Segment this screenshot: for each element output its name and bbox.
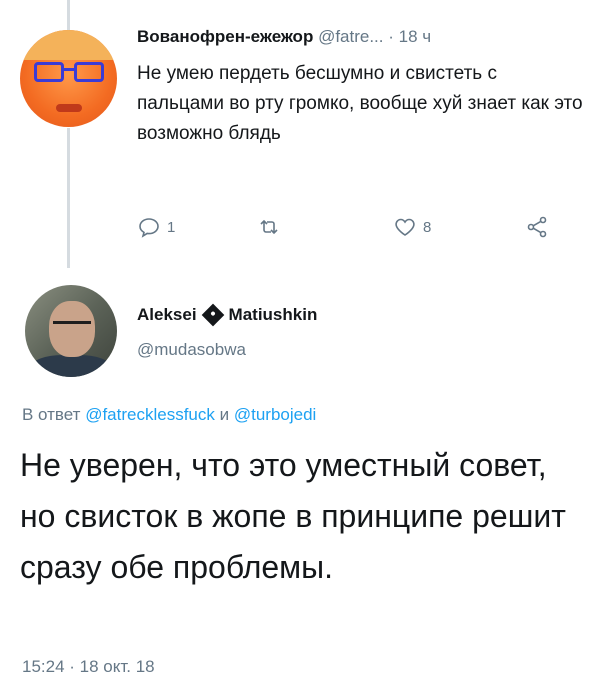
avatar-mouth: [56, 104, 82, 112]
reply-prefix: В ответ: [22, 405, 81, 424]
reply-user-link-1[interactable]: @fatrecklessfuck: [85, 405, 215, 424]
retweet-button[interactable]: [257, 215, 287, 239]
avatar-shirt: [31, 355, 111, 377]
tweet-actions: 1 8: [137, 215, 557, 245]
reply-author-handle[interactable]: @mudasobwa: [137, 340, 246, 360]
tweet-text: Не умею пердеть бесшумно и свистеть с па…: [137, 63, 583, 144]
tweet-header: Вованофрен-ежежор @fatre... · 18 ч: [137, 27, 431, 47]
reply-button[interactable]: 1: [137, 215, 175, 239]
avatar-glasses: [34, 62, 104, 84]
author-last-name: Matiushkin: [228, 305, 318, 324]
reply-icon: [139, 218, 159, 238]
retweet-icon: [260, 219, 278, 235]
avatar-hair: [20, 30, 117, 60]
reply-author-name[interactable]: Aleksei Matiushkin: [137, 303, 318, 327]
reply-text: Не уверен, что это уместный совет, но св…: [20, 447, 566, 585]
like-button[interactable]: 8: [393, 215, 431, 239]
author-handle[interactable]: @fatre...: [318, 27, 383, 46]
thread-line-connector: [67, 128, 70, 268]
share-icon: [527, 216, 547, 238]
avatar-glasses: [53, 321, 91, 331]
author-first-name: Aleksei: [137, 305, 197, 324]
reply-timestamp[interactable]: 15:24 · 18 окт. 18: [22, 657, 155, 677]
author-name[interactable]: Вованофрен-ежежор: [137, 27, 313, 46]
reply-and: и: [219, 405, 230, 424]
heart-icon: [395, 218, 415, 236]
thread-line-top: [67, 0, 70, 32]
like-count: 8: [423, 218, 432, 236]
diamond-icon: [201, 303, 224, 327]
reply-context: В ответ @fatrecklessfuck и @turbojedi: [22, 405, 316, 425]
avatar-reply-author[interactable]: [25, 285, 117, 377]
share-button[interactable]: [525, 215, 549, 239]
reply-user-link-2[interactable]: @turbojedi: [234, 405, 316, 424]
reply-count: 1: [167, 218, 176, 236]
header-separator: ·: [388, 27, 394, 46]
avatar[interactable]: [20, 30, 117, 127]
tweet-time[interactable]: 18 ч: [399, 27, 432, 46]
